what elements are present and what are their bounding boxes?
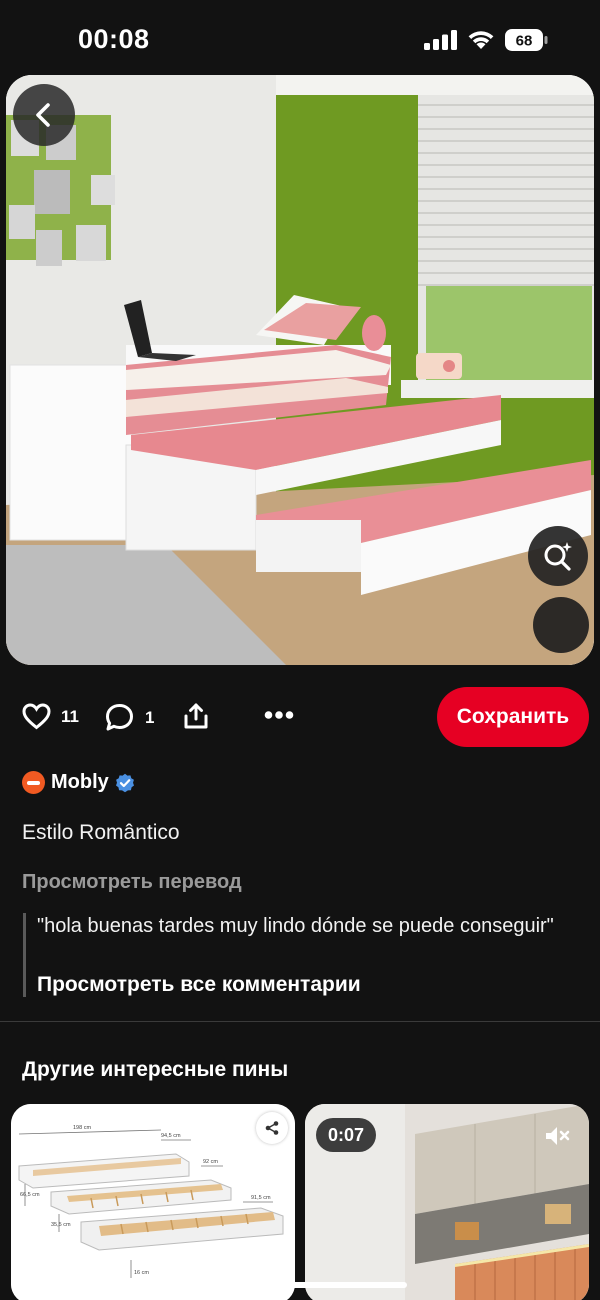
mute-icon [546,1127,570,1145]
video-duration-badge: 0:07 [316,1118,377,1152]
visual-search-button[interactable] [528,526,588,586]
top-comment: "hola buenas tardes muy lindo dónde se p… [37,915,554,937]
status-time: 00:08 [78,24,150,54]
pin-image[interactable] [6,75,594,665]
share-icon [184,703,208,729]
visual-search-icon [544,542,572,571]
heart-icon [22,703,51,730]
dim-left-height: 66,5 cm [20,1192,40,1198]
pin-title: Estilo Romântico [22,821,180,844]
options-button[interactable] [533,597,589,653]
comment-button[interactable]: 1 [105,703,154,732]
more-pins-heading: Другие интересные пины [22,1058,289,1081]
like-button[interactable]: 11 [22,703,79,730]
save-button[interactable]: Сохранить [437,687,589,747]
like-count: 11 [61,706,79,726]
battery-icon: 68 [505,29,548,51]
back-button[interactable] [13,84,75,146]
home-indicator [193,1282,407,1288]
related-pin-share-button[interactable] [256,1112,288,1144]
translate-link[interactable]: Просмотреть перевод [22,871,242,894]
dim-top-height: 94,5 cm [161,1133,181,1139]
divider [0,1021,600,1022]
author-logo-icon [27,780,40,785]
trundle-bed-diagram: 198 cm 94,5 cm 92 cm 91,5 cm 66,5 cm 35,… [11,1104,295,1300]
share-nodes-icon [265,1121,279,1135]
chevron-left-icon [36,103,50,127]
comment-icon [106,704,133,731]
comment-count: 1 [145,707,155,727]
verified-icon [115,773,134,792]
battery-level: 68 [516,33,533,50]
more-icon [264,711,294,719]
dim-middle-height: 92 cm [203,1159,218,1165]
share-button[interactable] [183,702,209,730]
comment-quote-bar [23,913,26,997]
status-bar: 00:08 68 [0,0,600,78]
author-avatar[interactable] [22,771,45,794]
related-pin-card[interactable]: 198 cm 94,5 cm 92 cm 91,5 cm 66,5 cm 35,… [11,1104,295,1300]
view-all-comments-link[interactable]: Просмотреть все комментарии [37,973,361,997]
wifi-icon [468,31,494,49]
author-row[interactable]: Mobly [22,771,135,794]
bedroom-photo [6,75,594,665]
dim-trundle: 16 cm [134,1270,149,1276]
mute-button[interactable] [540,1121,574,1151]
dim-length: 198 cm [73,1125,91,1131]
author-name[interactable]: Mobly [51,771,109,794]
dim-bottom-height: 91,5 cm [251,1195,271,1201]
cellular-signal-icon [424,30,457,50]
more-options-button[interactable] [264,710,294,720]
dim-depth: 35,5 cm [51,1222,71,1228]
